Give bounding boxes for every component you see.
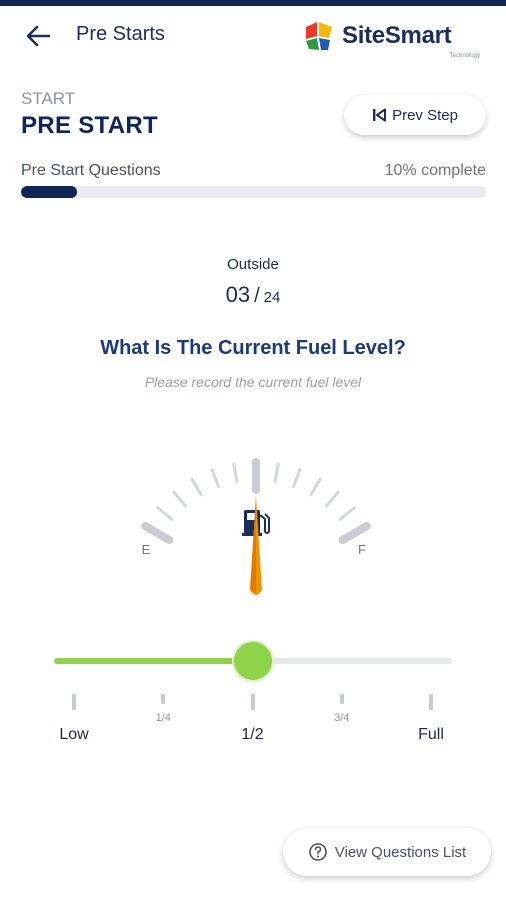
question-total: 24	[263, 289, 281, 306]
question-title: What Is The Current Fuel Level?	[100, 337, 406, 359]
skip-previous-icon	[373, 108, 387, 122]
help-circle-icon	[308, 843, 327, 861]
sitesmart-logo: SiteSmart Technology	[302, 16, 492, 62]
question-counter: 03/24	[0, 282, 506, 308]
slider-thumb[interactable]	[234, 642, 272, 680]
gauge-tick	[210, 468, 220, 489]
arrow-left-icon	[26, 25, 51, 47]
brand-subtitle: Technology	[449, 53, 480, 59]
gauge-tick	[273, 462, 280, 484]
brand-name: SiteSmart	[342, 22, 452, 49]
fuel-gauge: E F	[141, 458, 371, 595]
question-hint: Please record the current fuel level	[144, 374, 362, 390]
fuel-level-slider[interactable]	[54, 640, 452, 680]
gauge-tick	[232, 462, 239, 484]
slider-label: Low	[59, 726, 89, 743]
slider-label: 1/2	[241, 726, 264, 743]
page-title: PRE START	[21, 112, 158, 139]
slider-tick	[72, 694, 76, 710]
logo-mark-icon	[306, 22, 332, 50]
app-header: Pre Starts SiteSmart Technology	[0, 6, 506, 66]
slider-tick	[429, 694, 433, 710]
gauge-tick	[325, 490, 340, 508]
slider-tick	[339, 694, 344, 704]
gauge-tick	[309, 477, 322, 497]
gauge-empty-label: E	[142, 542, 151, 557]
slider-fill	[54, 658, 253, 664]
step-label: START	[21, 89, 76, 108]
view-questions-label: View Questions List	[334, 843, 467, 861]
slider-label: 3/4	[334, 712, 350, 724]
progress-bar-fill	[21, 186, 77, 198]
slider-label: 1/4	[155, 712, 171, 724]
slider-tick	[161, 694, 166, 704]
question-section: Outside	[227, 256, 279, 273]
slider-tick	[250, 694, 255, 710]
prev-step-button[interactable]: Prev Step	[344, 95, 486, 135]
slider-label: Full	[418, 726, 444, 743]
gauge-tick	[172, 490, 187, 508]
question-separator: /	[254, 285, 260, 307]
view-questions-button[interactable]: View Questions List	[283, 828, 491, 876]
gauge-tick	[338, 506, 356, 521]
gauge-tick	[292, 468, 302, 489]
prev-step-label: Prev Step	[392, 106, 458, 124]
gauge-tick	[156, 506, 174, 521]
back-button[interactable]	[22, 20, 54, 52]
question-current: 03	[225, 282, 251, 307]
progress-status: 10% complete	[384, 162, 486, 179]
gauge-tick	[190, 477, 203, 497]
header-title: Pre Starts	[76, 23, 165, 45]
gauge-tick	[338, 522, 371, 544]
gauge-full-label: F	[358, 542, 366, 557]
progress-bar	[21, 186, 486, 198]
gauge-tick	[141, 522, 174, 544]
progress-label: Pre Start Questions	[21, 162, 161, 179]
